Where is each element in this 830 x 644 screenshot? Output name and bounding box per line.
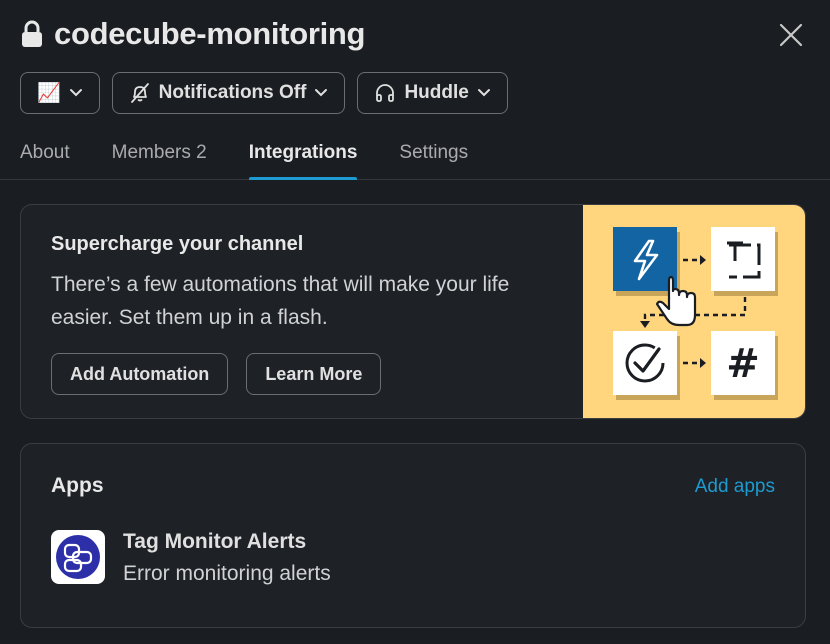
promo-title: Supercharge your channel [51,233,304,255]
tab-bar: About Members 2 Integrations Settings [20,132,468,180]
chart-increasing-icon: 📈 [37,83,61,104]
tab-members[interactable]: Members 2 [112,132,207,180]
promo-text: Supercharge your channel There’s a few a… [51,233,571,334]
notifications-label: Notifications Off [158,82,307,103]
promo-body: There’s a few automations that will make… [51,273,510,329]
apps-card: Apps Add apps Tag Monitor Alerts Error m… [20,443,806,628]
app-name: Tag Monitor Alerts [123,530,307,553]
channel-title-row: codecube-monitoring [20,14,365,54]
headphones-icon [374,82,396,104]
svg-text:#: # [726,341,760,387]
close-icon [779,23,803,47]
lock-icon [20,19,46,49]
learn-more-button[interactable]: Learn More [246,353,382,395]
add-apps-link[interactable]: Add apps [695,476,775,498]
channel-header: codecube-monitoring 📈 Notifications Off [0,0,830,180]
lightning-tile [613,227,677,291]
tag-monitor-logo-icon [56,535,100,579]
app-icon [51,530,105,584]
channel-title: codecube-monitoring [54,16,366,51]
channel-emoji-button[interactable]: 📈 [20,72,100,114]
chevron-down-icon [314,88,328,98]
chevron-down-icon [69,88,83,98]
app-list-item[interactable]: Tag Monitor Alerts Error monitoring aler… [51,530,331,586]
channel-actions: 📈 Notifications Off Huddle [20,72,508,114]
bell-off-icon [129,82,151,104]
close-button[interactable] [776,20,806,50]
tab-integrations[interactable]: Integrations [248,132,357,180]
chevron-down-icon [477,88,491,98]
automation-illustration: # [583,205,805,418]
tab-about[interactable]: About [20,132,70,180]
apps-title: Apps [51,474,104,497]
add-automation-button[interactable]: Add Automation [51,353,229,395]
huddle-button[interactable]: Huddle [357,72,508,114]
automation-promo-card: Supercharge your channel There’s a few a… [20,204,806,419]
tab-settings[interactable]: Settings [399,132,468,180]
notifications-button[interactable]: Notifications Off [111,72,346,114]
huddle-label: Huddle [404,82,469,103]
promo-actions: Add Automation Learn More [51,353,382,395]
app-info: Tag Monitor Alerts Error monitoring aler… [123,530,331,586]
app-description: Error monitoring alerts [123,562,331,585]
